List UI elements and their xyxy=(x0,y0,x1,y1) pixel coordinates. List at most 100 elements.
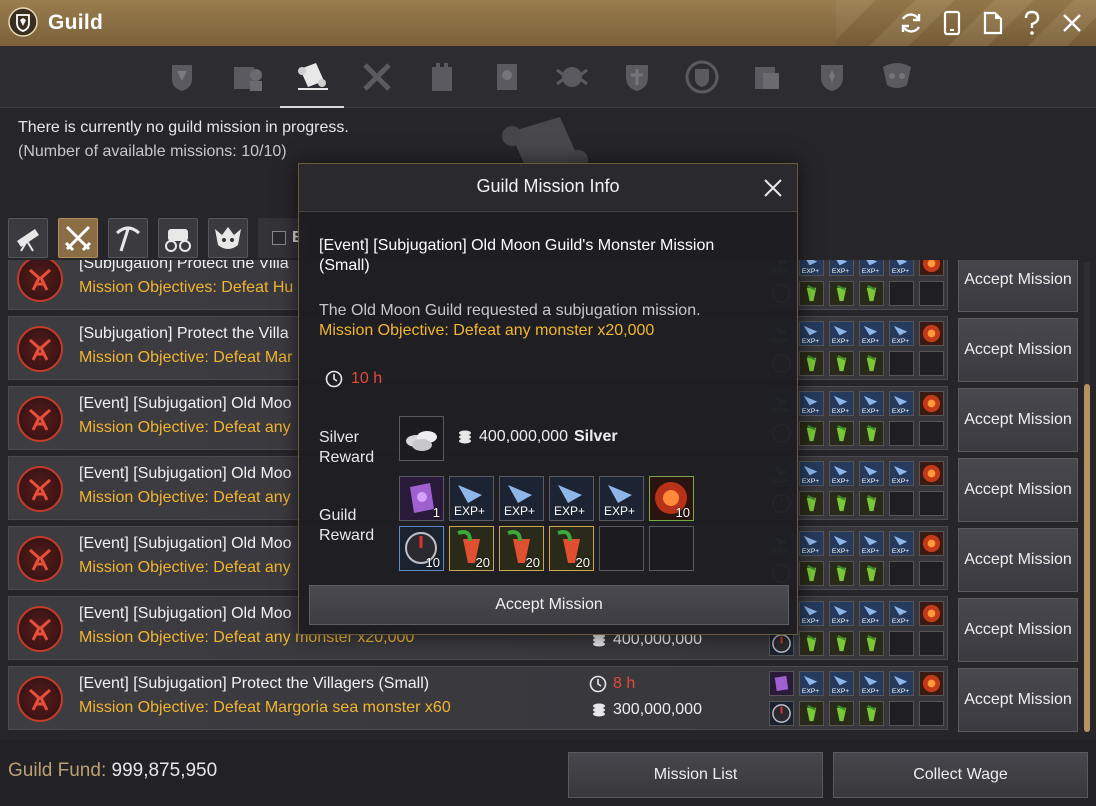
reward-slot[interactable] xyxy=(769,671,794,696)
reward-slot[interactable] xyxy=(919,421,944,446)
reward-slot[interactable] xyxy=(829,561,854,586)
guild-reward-slot[interactable]: EXP+ xyxy=(599,476,644,521)
reward-slot[interactable] xyxy=(829,631,854,656)
reward-slot[interactable]: EXP+ xyxy=(799,391,824,416)
reward-slot[interactable]: EXP+ xyxy=(889,260,914,276)
category-boss[interactable] xyxy=(208,218,248,258)
reward-slot[interactable]: EXP+ xyxy=(889,321,914,346)
reward-slot[interactable] xyxy=(919,531,944,556)
dialog-accept-mission-button[interactable]: Accept Mission xyxy=(309,585,789,625)
reward-slot[interactable]: EXP+ xyxy=(889,461,914,486)
reward-slot[interactable]: EXP+ xyxy=(799,461,824,486)
empty-reward-slot[interactable] xyxy=(649,526,694,571)
reward-slot[interactable] xyxy=(919,391,944,416)
guild-reward-slot[interactable]: 10 xyxy=(649,476,694,521)
reward-slot[interactable] xyxy=(919,561,944,586)
tab-badge[interactable] xyxy=(800,46,864,108)
guild-reward-slot[interactable]: 20 xyxy=(449,526,494,571)
tab-shield[interactable] xyxy=(605,46,669,108)
reward-slot[interactable] xyxy=(889,561,914,586)
reward-slot[interactable] xyxy=(919,701,944,726)
empty-reward-slot[interactable] xyxy=(599,526,644,571)
reward-slot[interactable]: EXP+ xyxy=(829,461,854,486)
reward-slot[interactable]: EXP+ xyxy=(829,601,854,626)
guild-reward-slot[interactable]: 20 xyxy=(499,526,544,571)
mission-row[interactable]: [Event] [Subjugation] Protect the Villag… xyxy=(8,666,948,730)
reward-slot[interactable]: EXP+ xyxy=(829,391,854,416)
mission-list-button[interactable]: Mission List xyxy=(568,752,823,798)
accept-mission-button[interactable]: Accept Mission xyxy=(958,458,1078,522)
reward-slot[interactable] xyxy=(889,701,914,726)
guild-reward-slot[interactable]: EXP+ xyxy=(449,476,494,521)
reward-slot[interactable]: EXP+ xyxy=(829,671,854,696)
reward-slot[interactable] xyxy=(769,701,794,726)
tab-missions[interactable] xyxy=(280,46,344,108)
reward-slot[interactable] xyxy=(799,561,824,586)
reward-slot[interactable]: EXP+ xyxy=(799,260,824,276)
reward-slot[interactable]: EXP+ xyxy=(859,260,884,276)
reward-slot[interactable] xyxy=(829,491,854,516)
category-trade[interactable] xyxy=(158,218,198,258)
mobile-icon[interactable] xyxy=(938,9,966,37)
help-icon[interactable] xyxy=(1018,9,1046,37)
reward-slot[interactable] xyxy=(799,421,824,446)
reward-slot[interactable]: EXP+ xyxy=(829,531,854,556)
reward-slot[interactable] xyxy=(859,281,884,306)
reward-slot[interactable]: EXP+ xyxy=(889,531,914,556)
tab-guild-info[interactable] xyxy=(150,46,214,108)
reward-slot[interactable] xyxy=(799,631,824,656)
reward-slot[interactable] xyxy=(859,561,884,586)
guild-reward-slot[interactable]: 10 xyxy=(399,526,444,571)
reward-slot[interactable] xyxy=(889,631,914,656)
reward-slot[interactable] xyxy=(919,601,944,626)
guild-reward-slot[interactable]: 20 xyxy=(549,526,594,571)
reward-slot[interactable]: EXP+ xyxy=(799,321,824,346)
tab-war[interactable] xyxy=(345,46,409,108)
tab-alliance[interactable] xyxy=(540,46,604,108)
category-subjugation[interactable] xyxy=(58,218,98,258)
reward-slot[interactable]: EXP+ xyxy=(859,601,884,626)
reward-slot[interactable] xyxy=(829,281,854,306)
silver-reward-slot[interactable] xyxy=(399,416,444,461)
reward-slot[interactable] xyxy=(919,671,944,696)
accept-mission-button[interactable]: Accept Mission xyxy=(958,260,1078,312)
reward-slot[interactable] xyxy=(799,491,824,516)
reward-slot[interactable]: EXP+ xyxy=(889,601,914,626)
reward-slot[interactable] xyxy=(799,281,824,306)
reward-slot[interactable]: EXP+ xyxy=(799,601,824,626)
dialog-close-button[interactable] xyxy=(759,174,787,202)
document-icon[interactable] xyxy=(979,9,1007,37)
reward-slot[interactable]: EXP+ xyxy=(829,260,854,276)
reward-slot[interactable] xyxy=(919,321,944,346)
reward-slot[interactable] xyxy=(859,701,884,726)
reward-slot[interactable] xyxy=(889,421,914,446)
guild-reward-slot[interactable]: EXP+ xyxy=(549,476,594,521)
reward-slot[interactable] xyxy=(859,491,884,516)
reward-slot[interactable] xyxy=(889,281,914,306)
accept-mission-button[interactable]: Accept Mission xyxy=(958,388,1078,452)
tab-records[interactable] xyxy=(735,46,799,108)
tab-members[interactable] xyxy=(215,46,279,108)
tab-emblem[interactable] xyxy=(670,46,734,108)
guild-reward-slot[interactable]: EXP+ xyxy=(499,476,544,521)
collect-wage-button[interactable]: Collect Wage xyxy=(833,752,1088,798)
reward-slot[interactable] xyxy=(829,701,854,726)
reward-slot[interactable]: EXP+ xyxy=(889,671,914,696)
reward-slot[interactable]: EXP+ xyxy=(829,321,854,346)
tab-fortress[interactable] xyxy=(410,46,474,108)
reward-slot[interactable]: EXP+ xyxy=(799,531,824,556)
reward-slot[interactable]: EXP+ xyxy=(859,671,884,696)
tab-battle[interactable] xyxy=(865,46,929,108)
refresh-icon[interactable] xyxy=(897,9,925,37)
reward-slot[interactable]: EXP+ xyxy=(859,531,884,556)
reward-slot[interactable] xyxy=(859,351,884,376)
category-life-skill[interactable] xyxy=(108,218,148,258)
reward-slot[interactable] xyxy=(829,421,854,446)
reward-slot[interactable]: EXP+ xyxy=(859,391,884,416)
reward-slot[interactable] xyxy=(889,491,914,516)
scrollbar-thumb[interactable] xyxy=(1084,384,1090,732)
accept-mission-button[interactable]: Accept Mission xyxy=(958,528,1078,592)
reward-slot[interactable] xyxy=(889,351,914,376)
reward-slot[interactable] xyxy=(919,631,944,656)
reward-slot[interactable]: EXP+ xyxy=(859,461,884,486)
